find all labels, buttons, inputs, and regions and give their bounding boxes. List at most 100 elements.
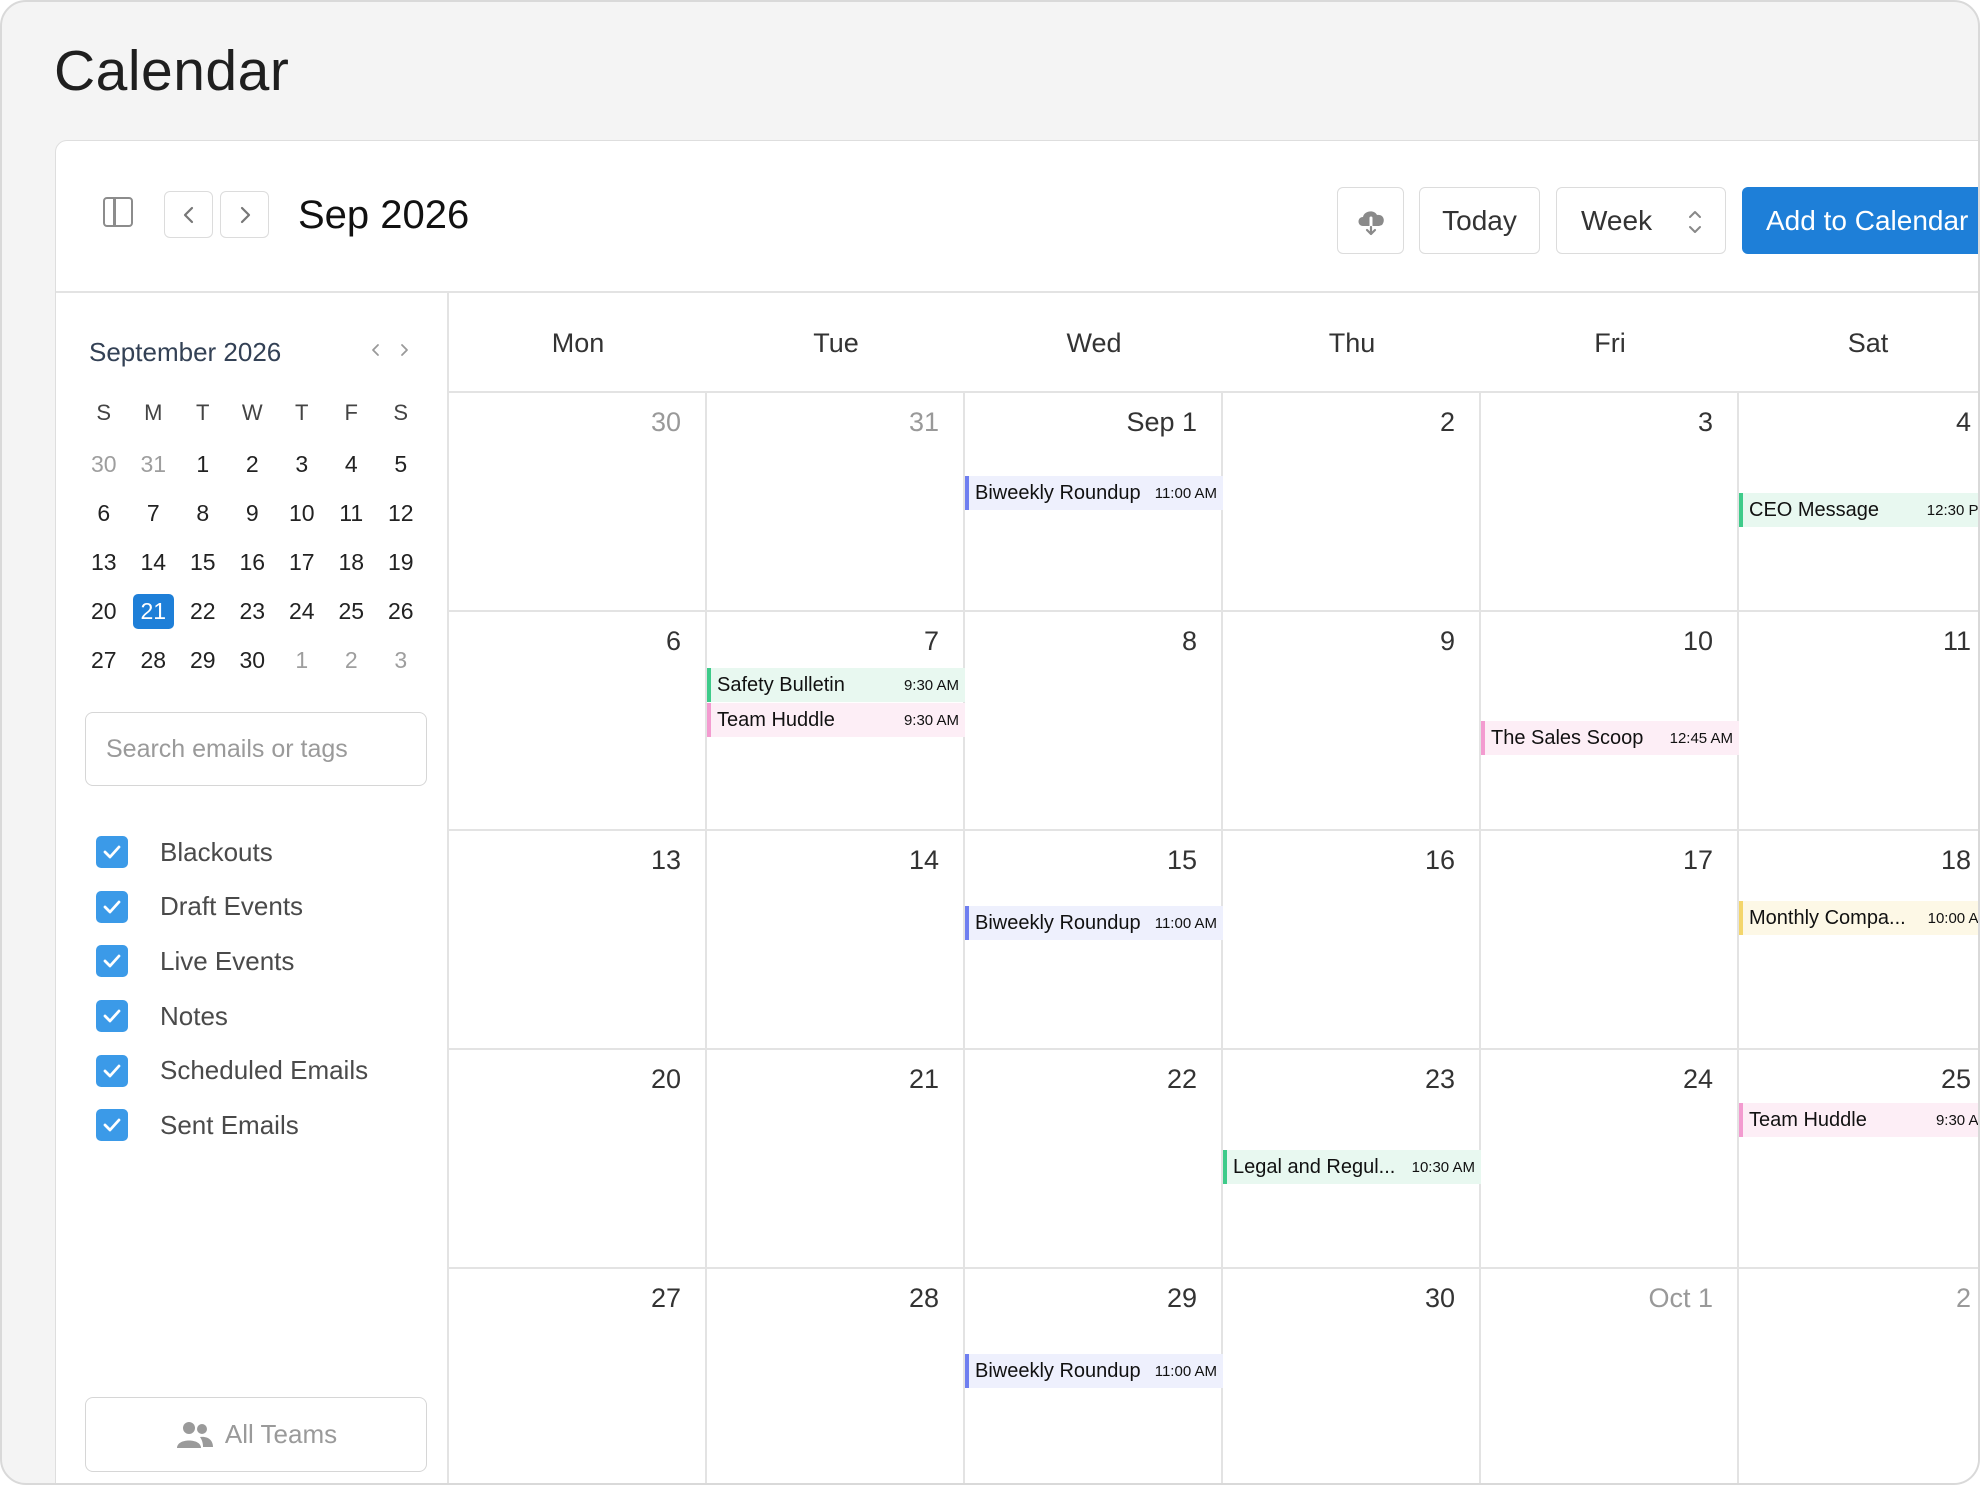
day-cell[interactable]: 30 <box>1223 1269 1481 1483</box>
mini-day[interactable]: 21 <box>129 587 179 636</box>
day-cell[interactable]: 16 <box>1223 831 1481 1050</box>
calendar-event[interactable]: CEO Message 12:30 PM <box>1739 493 1978 527</box>
filter-checkbox[interactable] <box>96 945 128 978</box>
view-select[interactable]: Week <box>1556 187 1726 254</box>
mini-day[interactable]: 9 <box>228 489 278 538</box>
mini-day[interactable]: 30 <box>79 440 129 489</box>
day-cell[interactable]: 27 <box>449 1269 707 1483</box>
search-input[interactable] <box>85 712 427 786</box>
mini-day[interactable]: 23 <box>228 587 278 636</box>
calendar-event[interactable]: Team Huddle 9:30 AM <box>1739 1103 1978 1137</box>
filter-checkbox[interactable] <box>96 1000 128 1033</box>
day-cell[interactable]: 9 <box>1223 612 1481 831</box>
calendar-event[interactable]: Team Huddle 9:30 AM <box>707 703 965 737</box>
mini-day[interactable]: 16 <box>228 538 278 587</box>
day-cell[interactable]: 25 Team Huddle 9:30 AM <box>1739 1050 1978 1269</box>
day-cell[interactable]: 8 <box>965 612 1223 831</box>
mini-day[interactable]: 28 <box>129 636 179 685</box>
mini-day[interactable]: 30 <box>228 636 278 685</box>
filter-item[interactable]: Sent Emails <box>96 1098 368 1153</box>
mini-day[interactable]: 26 <box>376 587 426 636</box>
mini-day[interactable]: 20 <box>79 587 129 636</box>
day-cell[interactable]: 20 <box>449 1050 707 1269</box>
mini-day[interactable]: 25 <box>327 587 377 636</box>
today-button[interactable]: Today <box>1419 187 1540 254</box>
calendar-event[interactable]: Legal and Regul... 10:30 AM <box>1223 1150 1481 1184</box>
mini-day[interactable]: 5 <box>376 440 426 489</box>
day-cell[interactable]: 10 The Sales Scoop 12:45 AM <box>1481 612 1739 831</box>
calendar-event[interactable]: The Sales Scoop 12:45 AM <box>1481 721 1739 755</box>
mini-day[interactable]: 2 <box>228 440 278 489</box>
day-cell[interactable]: 7 Safety Bulletin 9:30 AM Team Huddle 9:30 A… <box>707 612 965 831</box>
mini-day[interactable]: 7 <box>129 489 179 538</box>
filter-item[interactable]: Notes <box>96 989 368 1044</box>
day-cell[interactable]: 6 <box>449 612 707 831</box>
calendar-event[interactable]: Biweekly Roundup 11:00 AM <box>965 476 1223 510</box>
filter-item[interactable]: Live Events <box>96 934 368 989</box>
day-cell[interactable]: 31 <box>707 393 965 612</box>
calendar-event[interactable]: Safety Bulletin 9:30 AM <box>707 668 965 702</box>
mini-day[interactable]: 11 <box>327 489 377 538</box>
day-cell[interactable]: 24 <box>1481 1050 1739 1269</box>
mini-day[interactable]: 12 <box>376 489 426 538</box>
mini-day[interactable]: 4 <box>327 440 377 489</box>
mini-day[interactable]: 2 <box>327 636 377 685</box>
day-cell[interactable]: 23 Legal and Regul... 10:30 AM <box>1223 1050 1481 1269</box>
mini-day[interactable]: 6 <box>79 489 129 538</box>
filter-item[interactable]: Scheduled Emails <box>96 1043 368 1098</box>
all-teams-button[interactable]: All Teams <box>85 1397 427 1472</box>
mini-day[interactable]: 1 <box>178 440 228 489</box>
mini-day[interactable]: 3 <box>277 440 327 489</box>
day-cell[interactable]: 18 Monthly Compa... 10:00 AM <box>1739 831 1978 1050</box>
mini-prev-icon[interactable] <box>370 338 382 364</box>
day-cell[interactable]: 2 <box>1223 393 1481 612</box>
day-cell[interactable]: 17 <box>1481 831 1739 1050</box>
download-button[interactable] <box>1337 187 1404 254</box>
day-cell[interactable]: 15 Biweekly Roundup 11:00 AM <box>965 831 1223 1050</box>
day-cell[interactable]: 11 <box>1739 612 1978 831</box>
mini-day[interactable]: 31 <box>129 440 179 489</box>
filter-checkbox[interactable] <box>96 1054 128 1087</box>
mini-day[interactable]: 10 <box>277 489 327 538</box>
filter-checkbox[interactable] <box>96 836 128 869</box>
mini-day[interactable]: 14 <box>129 538 179 587</box>
day-cell[interactable]: Oct 1 <box>1481 1269 1739 1483</box>
mini-day[interactable]: 8 <box>178 489 228 538</box>
day-cell[interactable]: 3 <box>1481 393 1739 612</box>
calendar-event[interactable]: Monthly Compa... 10:00 AM <box>1739 901 1978 935</box>
day-cell[interactable]: 28 <box>707 1269 965 1483</box>
filter-checkbox[interactable] <box>96 1109 128 1142</box>
event-time: 11:00 AM <box>1154 484 1217 502</box>
day-cell[interactable]: Sep 1 Biweekly Roundup 11:00 AM <box>965 393 1223 612</box>
next-month-button[interactable] <box>220 191 269 238</box>
day-number: 27 <box>650 1283 681 1313</box>
sidebar-toggle-icon[interactable] <box>103 197 133 227</box>
mini-day[interactable]: 1 <box>277 636 327 685</box>
mini-day[interactable]: 27 <box>79 636 129 685</box>
day-cell[interactable]: 14 <box>707 831 965 1050</box>
day-cell[interactable]: 22 <box>965 1050 1223 1269</box>
calendar-event[interactable]: Biweekly Roundup 11:00 AM <box>965 1354 1223 1388</box>
day-cell[interactable]: 4 CEO Message 12:30 PM <box>1739 393 1978 612</box>
mini-day[interactable]: 17 <box>277 538 327 587</box>
day-cell[interactable]: 21 <box>707 1050 965 1269</box>
mini-day[interactable]: 18 <box>327 538 377 587</box>
filter-item[interactable]: Draft Events <box>96 880 368 935</box>
calendar-event[interactable]: Biweekly Roundup 11:00 AM <box>965 906 1223 940</box>
filter-checkbox[interactable] <box>96 890 128 923</box>
mini-day[interactable]: 22 <box>178 587 228 636</box>
day-cell[interactable]: 30 <box>449 393 707 612</box>
mini-day[interactable]: 13 <box>79 538 129 587</box>
prev-month-button[interactable] <box>164 191 213 238</box>
mini-next-icon[interactable] <box>398 338 410 364</box>
add-to-calendar-button[interactable]: Add to Calendar <box>1742 187 1978 254</box>
day-cell[interactable]: 29 Biweekly Roundup 11:00 AM <box>965 1269 1223 1483</box>
day-cell[interactable]: 2 <box>1739 1269 1978 1483</box>
mini-day[interactable]: 29 <box>178 636 228 685</box>
day-cell[interactable]: 13 <box>449 831 707 1050</box>
mini-day[interactable]: 24 <box>277 587 327 636</box>
mini-day[interactable]: 3 <box>376 636 426 685</box>
mini-day[interactable]: 15 <box>178 538 228 587</box>
filter-item[interactable]: Blackouts <box>96 825 368 880</box>
mini-day[interactable]: 19 <box>376 538 426 587</box>
